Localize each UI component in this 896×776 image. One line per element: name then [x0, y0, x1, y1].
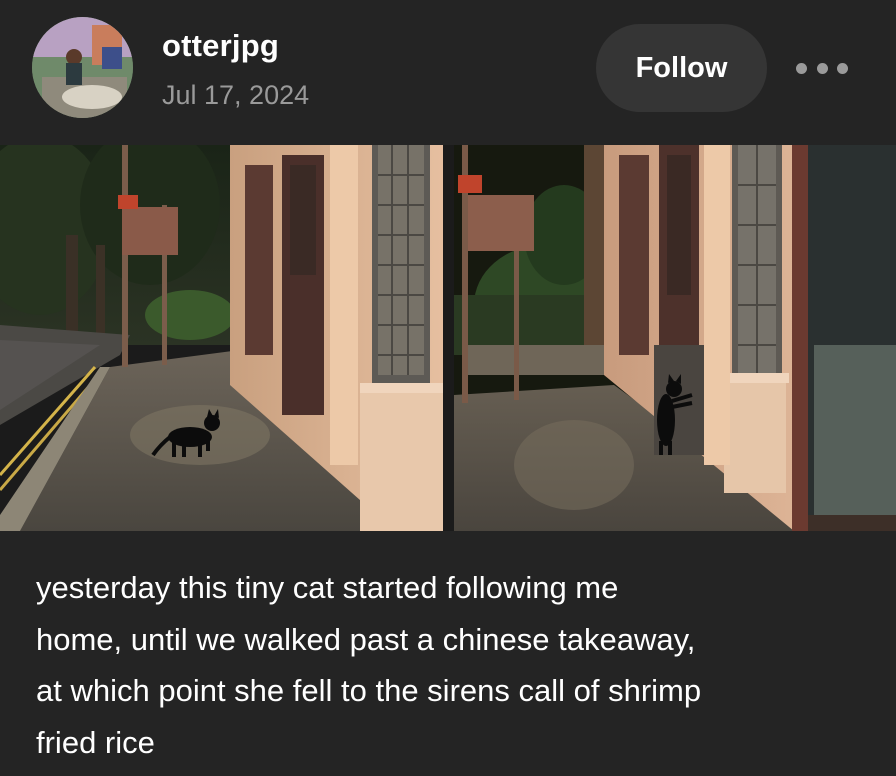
caption-line: at which point she fell to the sirens ca… [36, 673, 702, 708]
post-date: Jul 17, 2024 [162, 80, 310, 110]
ellipsis-dot [796, 62, 807, 74]
ellipsis-dot [816, 62, 828, 74]
post-header: otterjpg Jul 17, 2024 Follow [0, 0, 896, 145]
follow-button[interactable]: Follow [596, 24, 767, 112]
photo-set [0, 145, 896, 531]
caption-line: home, until we walked past a chinese tak… [36, 621, 696, 657]
caption-line: yesterday this tiny cat started followin… [36, 570, 619, 605]
photo-cat-walking[interactable] [0, 145, 443, 531]
more-options-icon[interactable] [796, 54, 848, 82]
caption-line: fried rice [36, 724, 155, 760]
author-avatar[interactable] [32, 17, 133, 118]
photo-cat-at-door[interactable] [454, 145, 896, 531]
ellipsis-dot [837, 62, 848, 74]
author-username[interactable]: otterjpg [162, 28, 279, 64]
post-caption: yesterday this tiny cat started followin… [36, 562, 866, 768]
avatar-image [32, 17, 133, 118]
